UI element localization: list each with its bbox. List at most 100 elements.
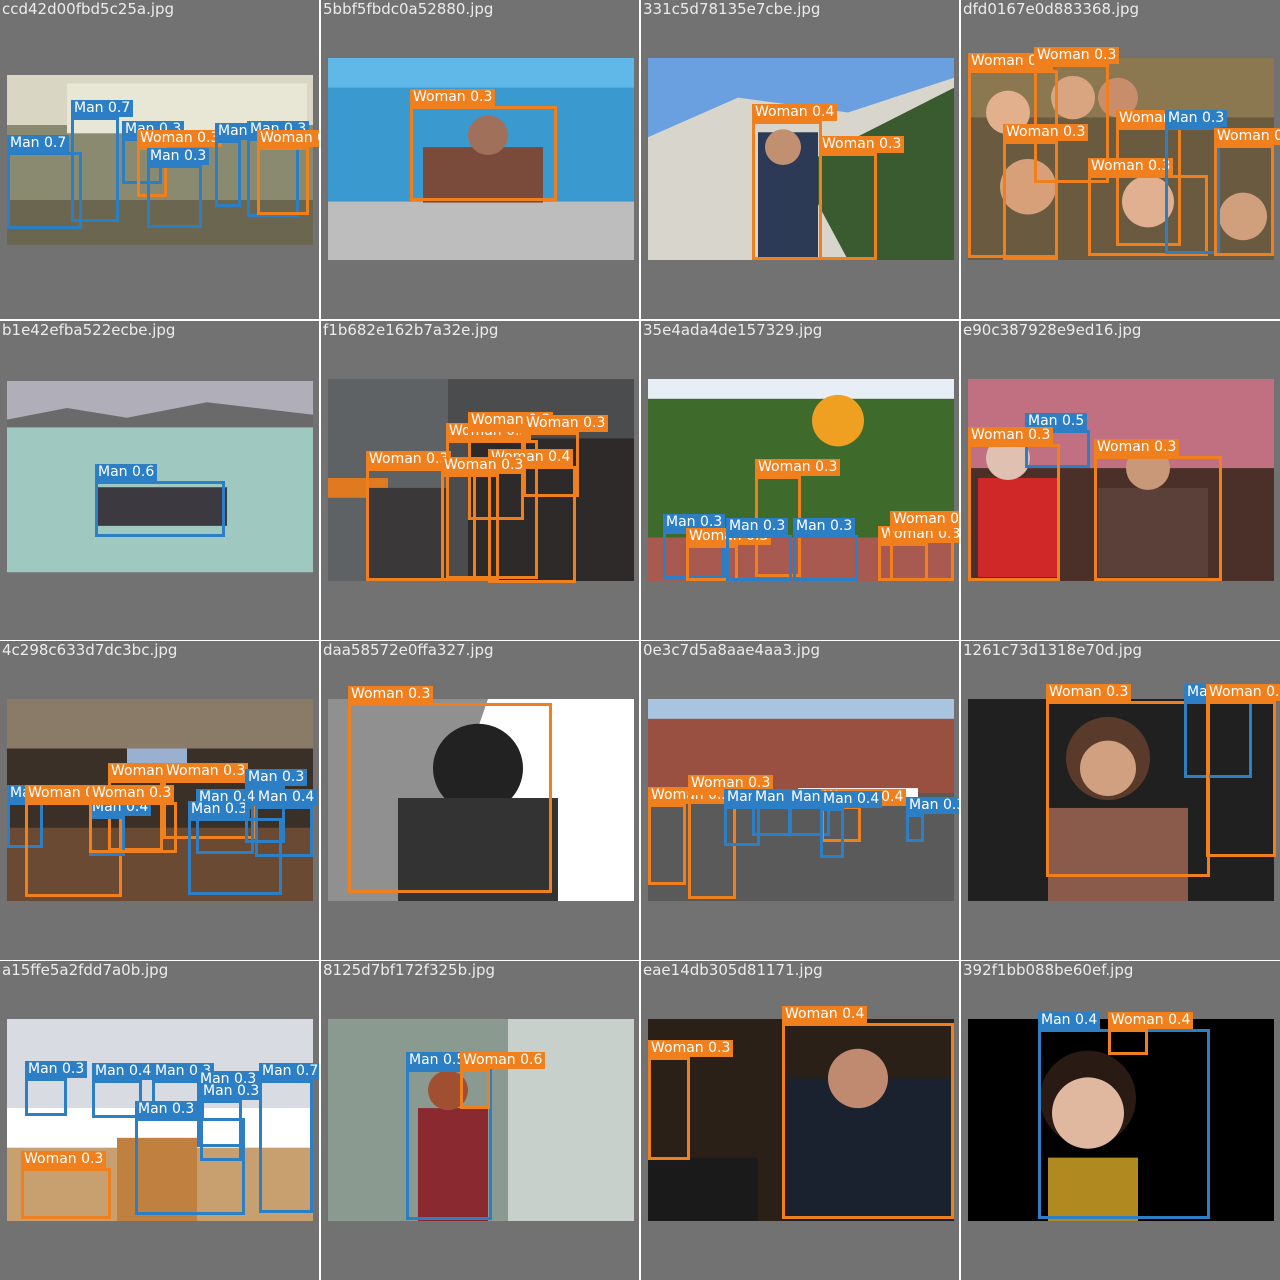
photo: Woman 0.3 Woman 0.3 Woman 0.3 Woman 0.3 Woma…: [328, 379, 634, 583]
detection-label: Woman 0.3: [1046, 684, 1132, 701]
woman-detection-box: Woman 0.3: [968, 427, 1060, 581]
detection-label: Woman 0.3: [523, 415, 609, 432]
image-tile-12[interactable]: 1261c73d1318e70d.jpg Woman 0.3Man 0.3Wom…: [961, 641, 1280, 960]
detection-label: Man 0.7: [7, 135, 70, 152]
detection-label: Man 0.3: [245, 769, 308, 786]
detection-label: Man 0.3: [726, 518, 789, 535]
detection-label: Woman 0.3: [137, 130, 223, 147]
woman-detection-box: Woman 0.3: [1214, 128, 1280, 256]
detection-label: Man 0.7: [71, 100, 134, 117]
photo: Man 0.5 Woman 0.3 Woman 0.3: [968, 379, 1274, 581]
detection-label: Man 0.6: [95, 464, 158, 481]
detection-label: Woman 0.3: [348, 686, 434, 703]
woman-detection-box: Woman 0.3: [648, 1040, 734, 1160]
man-detection-box: Man 0.3: [25, 1061, 88, 1116]
image-tile-13[interactable]: a15ffe5a2fdd7a0b.jpg Man 0.3 Man 0.4 Man 0…: [0, 961, 319, 1280]
photo: Man 0.6: [7, 381, 313, 578]
woman-detection-box: Woman 0.3: [21, 1151, 111, 1219]
image-tile-4[interactable]: dfd0167e0d883368.jpg Woman 0.3 Woman 0.3 W…: [961, 0, 1280, 319]
image-tile-10[interactable]: daa58572e0ffa327.jpg Woman 0.3: [321, 641, 639, 960]
photo: Woman 0.3 Woman 0.3 Woman 0.3 Woman 0.3 Woma…: [968, 47, 1280, 260]
photo: Woman 0.3: [328, 58, 634, 260]
image-tile-3[interactable]: 331c5d78135e7cbe.jpg Woman 0.4 Woman 0.3: [641, 0, 959, 319]
photo: Woman 0.4 Woman 0.3: [648, 58, 954, 260]
man-detection-box: Man 0.4: [820, 791, 883, 858]
woman-detection-box: Woman 0.3: [257, 130, 319, 215]
photo: Woman 0.3Woman 0.3Man 0.3Man 0.3Man 0.4W…: [648, 699, 959, 901]
image-filename: 8125d7bf172f325b.jpg: [323, 961, 496, 979]
image-tile-15[interactable]: eae14db305d81171.jpg Woman 0.3 Woman 0.4: [641, 961, 959, 1280]
man-detection-box: Man 0.3: [793, 518, 858, 581]
detection-label: Man 0.3: [793, 518, 856, 535]
man-detection-box: Man 0.7: [71, 100, 134, 222]
woman-detection-box: Woman 0.3: [648, 787, 734, 885]
detection-label: Man 0.4: [92, 1063, 155, 1080]
image-filename: b1e42efba522ecbe.jpg: [2, 321, 176, 339]
image-tile-5[interactable]: b1e42efba522ecbe.jpg Man 0.6: [0, 321, 319, 640]
image-filename: eae14db305d81171.jpg: [643, 961, 823, 979]
detection-label: Woman 0.3: [1003, 124, 1089, 141]
detection-label: Woman 0.3: [648, 1040, 734, 1057]
image-filename: 35e4ada4de157329.jpg: [643, 321, 823, 339]
detection-grid: ccd42d00fbd5c25a.jpg Man 0.7 Man 0.7 Man 0…: [0, 0, 1280, 1280]
image-tile-7[interactable]: 35e4ada4de157329.jpg Woman 0.3 Man 0.3 Wom…: [641, 321, 959, 640]
photo: Man 0.4 Woman 0.4: [968, 1012, 1274, 1221]
image-tile-9[interactable]: 4c298c633d7dc3bc.jpg Man 0.3Woman 0.3Wom…: [0, 641, 319, 960]
detection-label: Woman 0.6: [460, 1052, 546, 1069]
woman-detection-box: Woman 0.3: [441, 457, 527, 581]
man-detection-box: Man 0.3: [1165, 110, 1228, 254]
detection-label: Man 0.4: [820, 791, 883, 808]
image-tile-11[interactable]: 0e3c7d5a8aae4aa3.jpg Woman 0.3 Woman 0.3 M…: [641, 641, 959, 960]
image-tile-14[interactable]: 8125d7bf172f325b.jpg Man 0.5 Woman 0.6: [321, 961, 639, 1280]
woman-detection-box: Woman 0.3: [1003, 124, 1089, 260]
detection-label: Man 0.3: [200, 1083, 263, 1100]
detection-label: Man 0.3: [188, 801, 251, 818]
image-tile-8[interactable]: e90c387928e9ed16.jpg Man 0.5 Woman 0.3 Wom…: [961, 321, 1280, 640]
detection-label: Woman 0.3: [163, 763, 249, 780]
detection-label: Woman 0.3: [968, 427, 1054, 444]
detection-label: Woman 0.3: [1094, 439, 1180, 456]
photo: Woman 0.3 Woman 0.4: [648, 1006, 954, 1221]
detection-label: Man 0.3: [135, 1101, 198, 1118]
man-detection-box: Man 0.6: [95, 464, 225, 537]
woman-detection-box: Woman 0.3: [1094, 439, 1222, 581]
detection-label: Woman 0.3: [1088, 158, 1174, 175]
image-filename: 392f1bb088be60ef.jpg: [963, 961, 1134, 979]
woman-detection-box: Woman 0.4: [782, 1006, 954, 1219]
detection-label: Woman 0.3: [21, 1151, 107, 1168]
detection-label: Woman 0.3: [441, 457, 527, 474]
image-filename: e90c387928e9ed16.jpg: [963, 321, 1142, 339]
detection-label: Woman 0.3: [257, 130, 319, 147]
woman-detection-box: Woman 0.3: [410, 89, 557, 201]
man-detection-box: Man 0.3: [135, 1101, 245, 1215]
photo-image: [7, 381, 313, 573]
detection-label: Woman 0.3: [890, 511, 959, 528]
photo: Man 0.3 Man 0.4 Man 0.3 Man 0.3 Man 0.3 Man 0…: [7, 1019, 319, 1221]
image-filename: f1b682e162b7a32e.jpg: [323, 321, 499, 339]
detection-label: Man 0.5: [406, 1052, 469, 1069]
image-filename: ccd42d00fbd5c25a.jpg: [2, 0, 175, 18]
man-detection-box: Man 0.3: [726, 518, 792, 581]
detection-label: Man 0.3: [906, 797, 959, 814]
photo: Man 0.7 Man 0.7 Man 0.3 Woman 0.3 Man 0.3 Man…: [7, 75, 319, 245]
man-detection-box: Man 0.3: [147, 148, 210, 228]
detection-label: Woman 0.3: [1034, 47, 1120, 64]
image-tile-1[interactable]: ccd42d00fbd5c25a.jpg Man 0.7 Man 0.7 Man 0…: [0, 0, 319, 319]
woman-detection-box: Woman 0.3: [890, 511, 959, 581]
image-tile-2[interactable]: 5bbf5fbdc0a52880.jpg Woman 0.3: [321, 0, 639, 319]
image-tile-16[interactable]: 392f1bb088be60ef.jpg Man 0.4 Woman 0.4: [961, 961, 1280, 1280]
man-detection-box: Man 0.3: [906, 797, 959, 842]
woman-detection-box: Woman 0.3: [89, 785, 177, 853]
image-filename: a15ffe5a2fdd7a0b.jpg: [2, 961, 169, 979]
detection-label: Woman 0.3: [1206, 684, 1280, 701]
image-tile-6[interactable]: f1b682e162b7a32e.jpg Woman 0.3 Woman 0.3 W…: [321, 321, 639, 640]
woman-detection-box: Woman 0.3: [1206, 684, 1280, 857]
photo: Woman 0.3Man 0.3Woman 0.3: [968, 684, 1280, 901]
image-filename: 4c298c633d7dc3bc.jpg: [2, 641, 178, 659]
image-filename: dfd0167e0d883368.jpg: [963, 0, 1140, 18]
detection-label: Woman 0.3: [819, 136, 905, 153]
image-filename: 1261c73d1318e70d.jpg: [963, 641, 1143, 659]
detection-label: Man 0.3: [1165, 110, 1228, 127]
woman-detection-box: Woman 0.6: [460, 1052, 546, 1109]
photo: Man 0.3Woman 0.3Woman 0.3Woman 0.3Man 0.…: [7, 699, 318, 901]
